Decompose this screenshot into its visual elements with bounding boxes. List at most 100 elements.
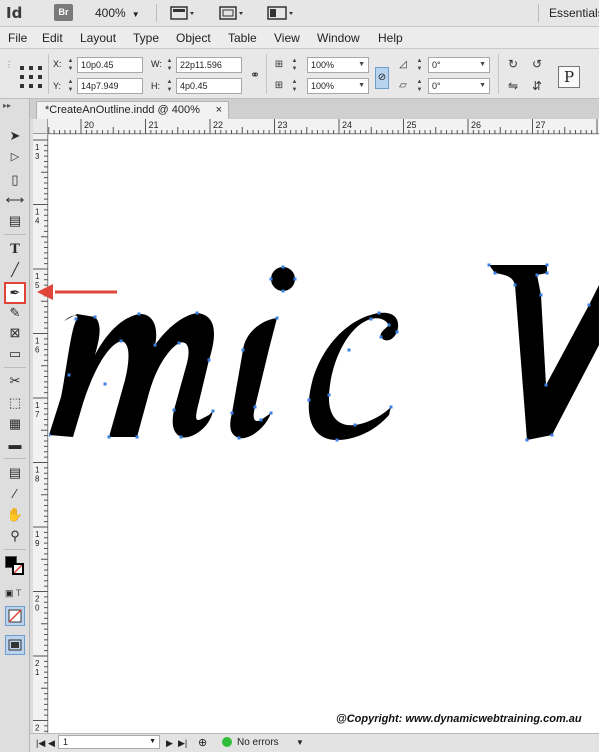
rotate-stepper[interactable]: ▲ ▼: [415, 57, 424, 73]
anchor-point[interactable]: [281, 289, 285, 293]
note-tool-icon[interactable]: ▤: [5, 463, 25, 483]
anchor-point[interactable]: [172, 408, 176, 412]
bridge-button[interactable]: Br: [54, 4, 73, 21]
reference-point-icon[interactable]: [20, 66, 42, 88]
fill-stroke-swatches[interactable]: [5, 556, 27, 580]
anchor-point[interactable]: [135, 435, 139, 439]
arrange-documents-button[interactable]: [267, 4, 295, 22]
y-field[interactable]: 14p7.949: [77, 78, 143, 94]
collapse-panel-icon[interactable]: ▸▸: [3, 101, 11, 110]
glyph-c-path[interactable]: [308, 312, 399, 440]
page-number-field[interactable]: 1 ▼: [58, 735, 160, 749]
hand-tool-icon[interactable]: ✋: [5, 505, 25, 525]
chevron-down-icon[interactable]: ▼: [296, 736, 304, 750]
screen-mode-button[interactable]: [219, 4, 245, 22]
text-frame-options-icon[interactable]: P: [558, 66, 580, 88]
gradient-feather-tool-icon[interactable]: ▬: [5, 435, 25, 455]
rotate-field[interactable]: 0° ▼: [428, 57, 490, 73]
view-options-button[interactable]: [170, 4, 196, 22]
direct-selection-tool-icon[interactable]: ▷: [5, 147, 25, 167]
gradient-swatch-tool-icon[interactable]: ▦: [5, 414, 25, 434]
preflight-status[interactable]: No errors: [237, 736, 279, 750]
anchor-point[interactable]: [177, 341, 181, 345]
glyph-v-path[interactable]: [489, 265, 599, 440]
line-tool-icon[interactable]: ╱: [5, 260, 25, 280]
menu-object[interactable]: Object: [176, 31, 211, 45]
anchor-point[interactable]: [49, 433, 51, 437]
document-canvas[interactable]: [49, 135, 599, 733]
w-field[interactable]: 22p11.596: [176, 57, 242, 73]
outlined-text-paths[interactable]: [49, 265, 599, 440]
anchor-point[interactable]: [377, 311, 381, 315]
menu-file[interactable]: File: [8, 31, 27, 45]
anchor-point[interactable]: [281, 265, 285, 269]
flip-vertical-icon[interactable]: ⇵: [530, 79, 544, 93]
eyedropper-tool-icon[interactable]: ⁄: [5, 484, 25, 504]
anchor-point[interactable]: [369, 317, 373, 321]
anchor-point[interactable]: [587, 303, 591, 307]
next-page-icon[interactable]: ▶: [166, 736, 173, 750]
shear-stepper[interactable]: ▲ ▼: [415, 78, 424, 94]
anchor-point[interactable]: [241, 348, 245, 352]
link-icon[interactable]: ⊘: [375, 67, 389, 89]
last-page-icon[interactable]: ▶|: [178, 736, 187, 750]
rectangle-frame-tool-icon[interactable]: ⊠: [5, 323, 25, 343]
anchor-point[interactable]: [269, 411, 273, 415]
glyph-i-path[interactable]: [230, 318, 277, 439]
pen-tool-icon[interactable]: ✒: [4, 282, 26, 304]
shear-field[interactable]: 0° ▼: [428, 78, 490, 94]
menu-edit[interactable]: Edit: [42, 31, 63, 45]
h-stepper[interactable]: ▲ ▼: [165, 78, 174, 94]
anchor-point[interactable]: [195, 311, 199, 315]
anchor-point[interactable]: [347, 348, 351, 352]
glyph-m-path[interactable]: [49, 313, 214, 438]
anchor-point[interactable]: [379, 335, 383, 339]
anchor-point[interactable]: [275, 316, 279, 320]
w-stepper[interactable]: ▲ ▼: [165, 57, 174, 73]
vertical-ruler[interactable]: 13141516171819202122: [33, 134, 48, 734]
pencil-tool-icon[interactable]: ✎: [5, 303, 25, 323]
close-icon[interactable]: ×: [216, 102, 222, 118]
menu-type[interactable]: Type: [133, 31, 159, 45]
anchor-point[interactable]: [153, 343, 157, 347]
anchor-point[interactable]: [387, 323, 391, 327]
anchor-point[interactable]: [307, 398, 311, 402]
previous-page-icon[interactable]: ◀: [48, 736, 55, 750]
rectangle-tool-icon[interactable]: ▭: [5, 344, 25, 364]
x-field[interactable]: 10p0.45: [77, 57, 143, 73]
scale-y-stepper[interactable]: ▲ ▼: [290, 78, 299, 94]
page-tool-icon[interactable]: ▯: [5, 170, 25, 190]
h-field[interactable]: 4p0.45: [176, 78, 242, 94]
menu-help[interactable]: Help: [378, 31, 403, 45]
anchor-point[interactable]: [74, 317, 78, 321]
menu-view[interactable]: View: [274, 31, 300, 45]
scale-x-field[interactable]: 100% ▼: [307, 57, 369, 73]
constrain-proportions-icon[interactable]: ⚭: [248, 68, 262, 82]
formatting-affects-container-icon[interactable]: ▣ T: [5, 588, 21, 599]
anchor-point[interactable]: [487, 263, 491, 267]
workspace-switcher[interactable]: Essentials: [549, 4, 599, 22]
zoom-tool-icon[interactable]: ⚲: [5, 526, 25, 546]
anchor-point[interactable]: [545, 263, 549, 267]
scale-x-stepper[interactable]: ▲ ▼: [290, 57, 299, 73]
y-stepper[interactable]: ▲ ▼: [66, 78, 75, 94]
type-tool-icon[interactable]: T: [5, 240, 25, 260]
anchor-point[interactable]: [493, 271, 497, 275]
flip-horizontal-icon[interactable]: ⇋: [506, 79, 520, 93]
menu-window[interactable]: Window: [317, 31, 360, 45]
scale-y-field[interactable]: 100% ▼: [307, 78, 369, 94]
glyph-i-dot[interactable]: [271, 267, 295, 291]
anchor-point[interactable]: [211, 409, 215, 413]
menu-table[interactable]: Table: [228, 31, 257, 45]
menu-layout[interactable]: Layout: [80, 31, 116, 45]
first-page-icon[interactable]: |◀: [36, 736, 45, 750]
outlined-text-artwork[interactable]: [49, 135, 599, 733]
content-collector-tool-icon[interactable]: ▤: [5, 211, 25, 231]
screen-mode-toggle[interactable]: [5, 635, 25, 655]
anchor-point[interactable]: [544, 383, 548, 387]
zoom-level-select[interactable]: 400% ▼: [95, 4, 140, 22]
anchor-point[interactable]: [293, 277, 297, 281]
anchor-point[interactable]: [389, 405, 393, 409]
anchor-point[interactable]: [545, 271, 549, 275]
gap-tool-icon[interactable]: ⟷: [5, 190, 25, 210]
